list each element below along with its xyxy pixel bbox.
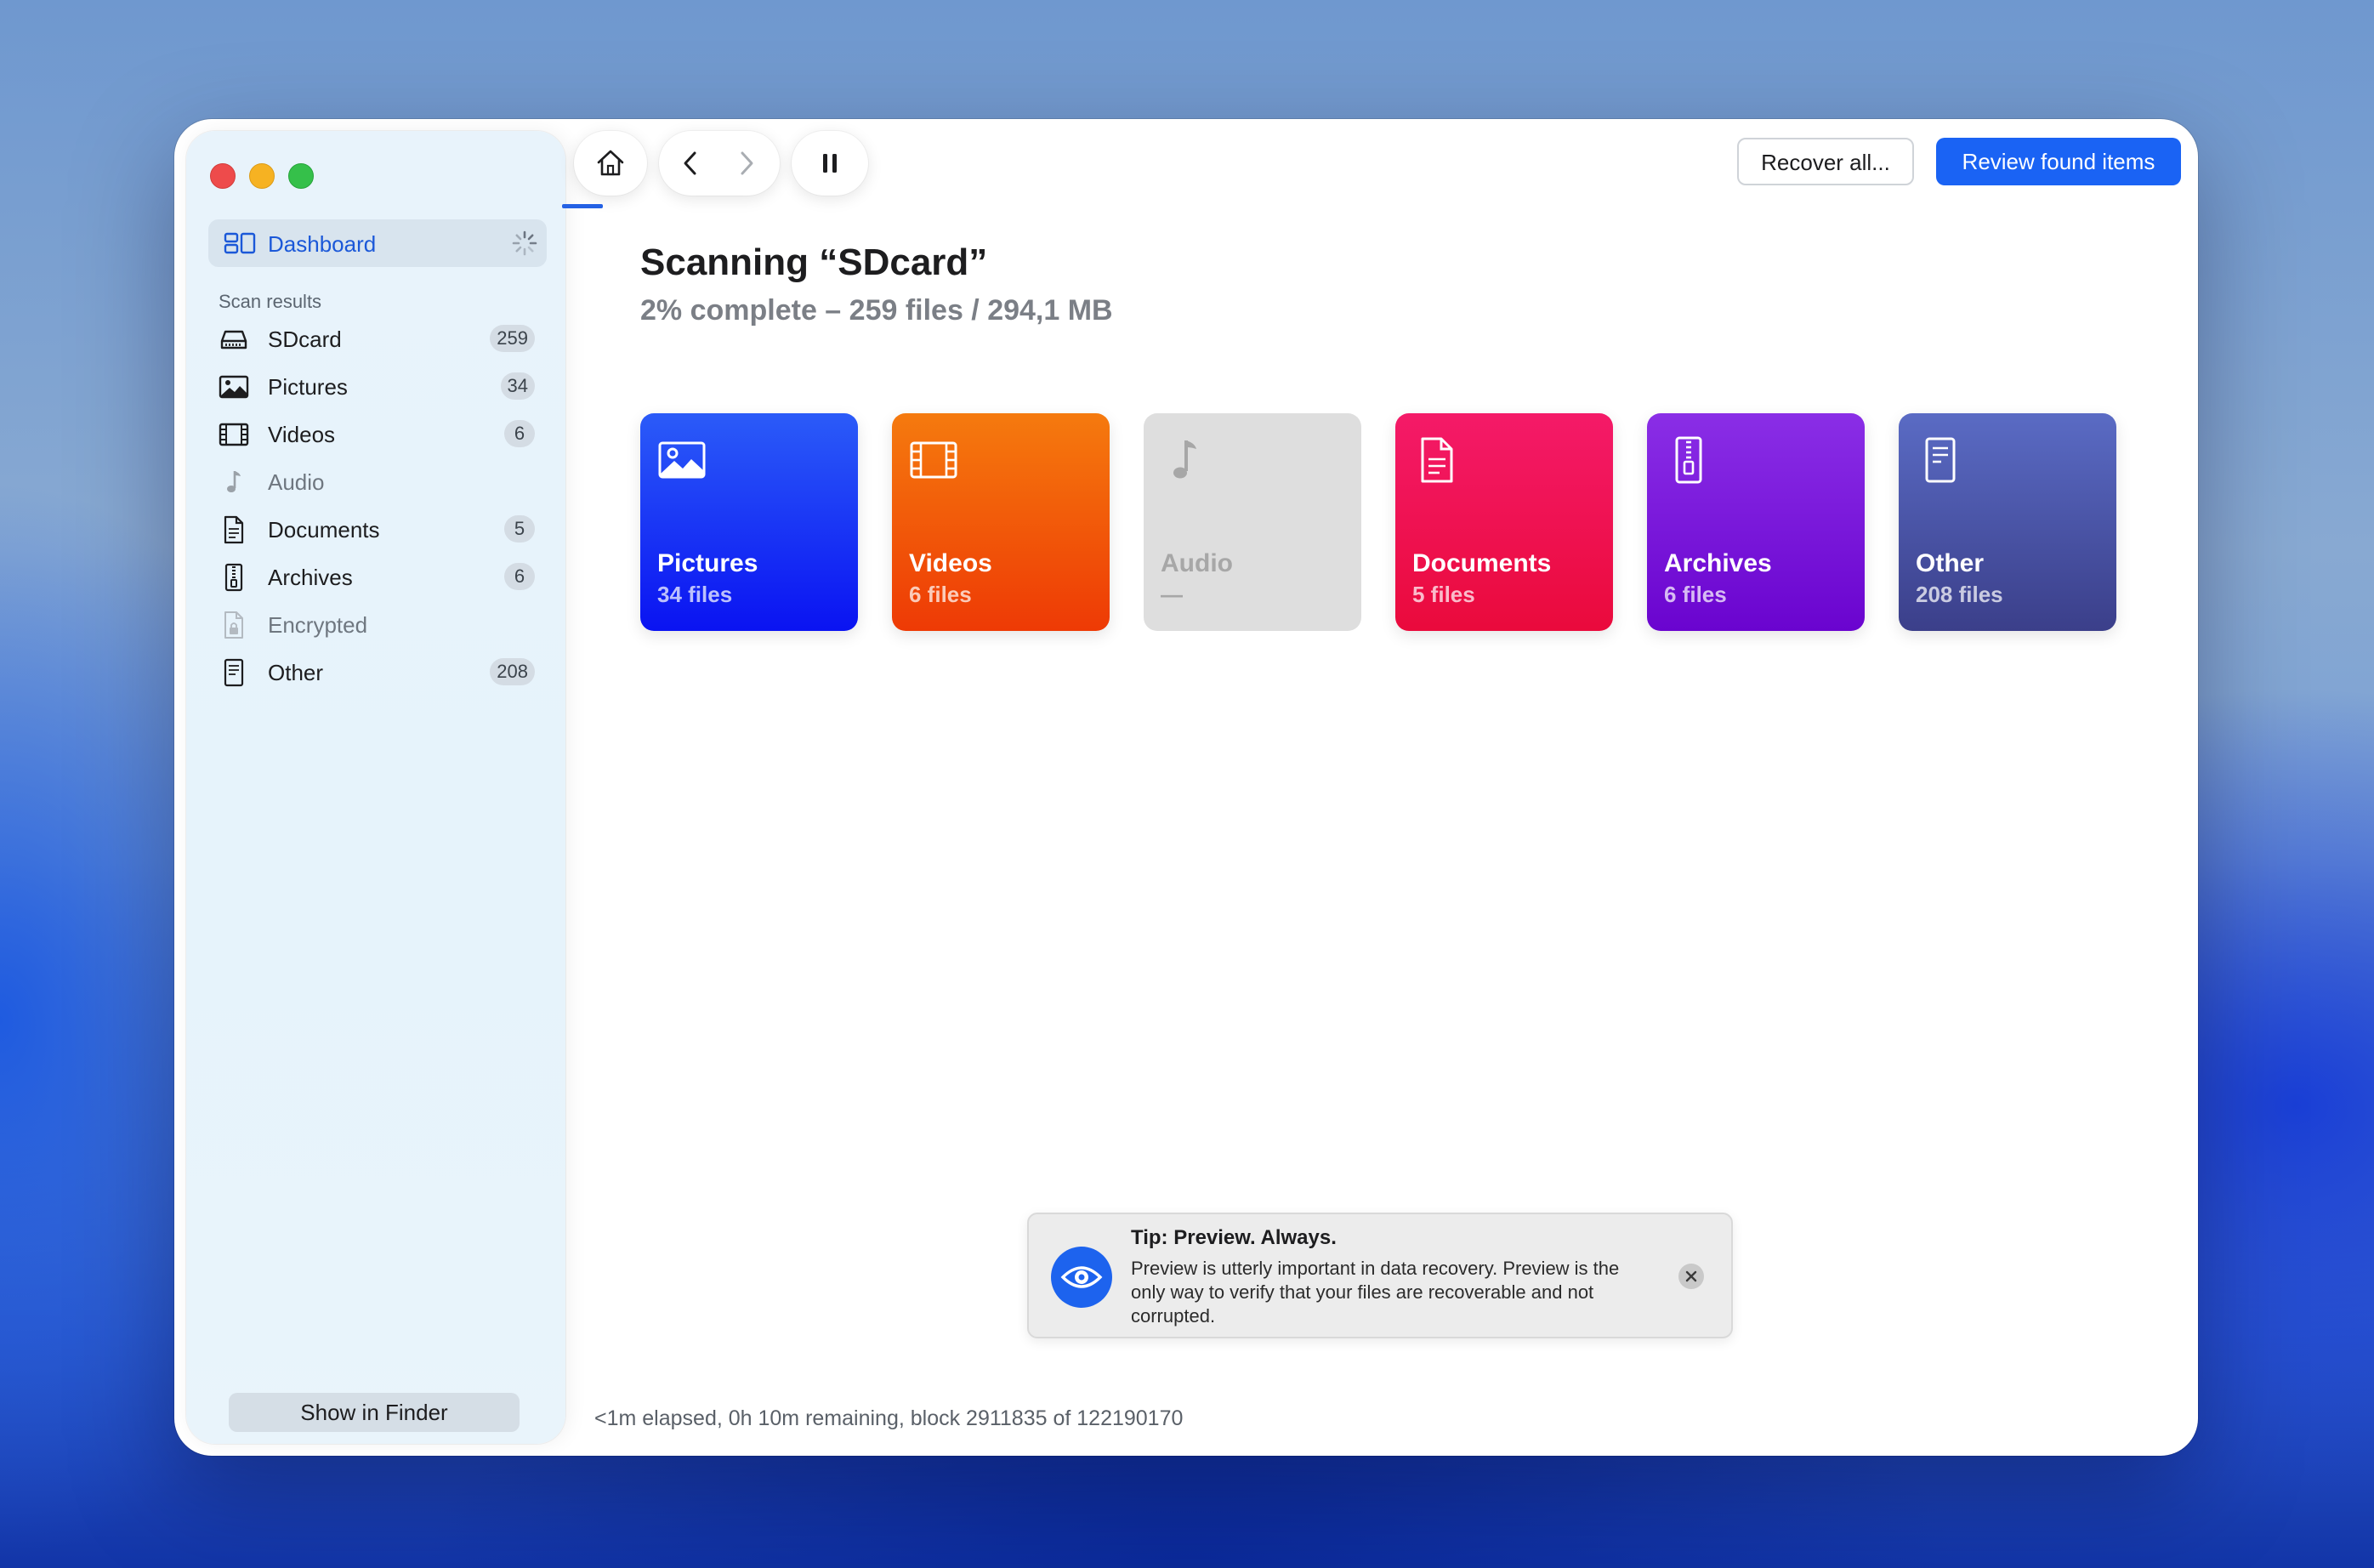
card-count: 208 files (1916, 582, 2003, 607)
sidebar-item-label: Archives (268, 565, 353, 590)
category-card-pictures[interactable]: Pictures 34 files (640, 413, 858, 631)
sidebar-item-label: SDcard (268, 327, 342, 352)
tip-text: Preview is utterly important in data rec… (1131, 1258, 1620, 1327)
music-note-icon (1173, 440, 1196, 479)
category-card-videos[interactable]: Videos 6 files (892, 413, 1110, 631)
lock-document-icon (224, 611, 243, 639)
count-badge: 6 (504, 420, 535, 447)
app-window: Dashboard Scan results SDcard 259 Pictur… (174, 119, 2198, 1456)
card-count: 34 files (657, 582, 733, 607)
other-file-icon (224, 658, 244, 687)
sidebar-item-other[interactable]: Other 208 (208, 650, 547, 694)
document-icon (224, 515, 244, 544)
sidebar-item-dashboard[interactable]: Dashboard (208, 219, 547, 267)
sidebar: Dashboard Scan results SDcard 259 Pictur… (186, 131, 565, 1444)
category-card-documents[interactable]: Documents 5 files (1395, 413, 1613, 631)
archive-icon (224, 563, 243, 592)
tip-title: Tip: Preview. Always. (1131, 1226, 1337, 1249)
card-title: Other (1916, 549, 1985, 577)
picture-icon (219, 375, 249, 399)
film-icon (219, 423, 249, 446)
spinner-icon (512, 230, 537, 256)
archive-icon (1675, 436, 1702, 484)
pause-icon (823, 154, 837, 173)
music-note-icon (227, 471, 241, 492)
sidebar-item-audio[interactable]: Audio (208, 459, 547, 503)
sidebar-item-archives[interactable]: Archives 6 (208, 554, 547, 599)
close-tip-button[interactable] (1678, 1264, 1704, 1289)
sidebar-item-label: Documents (268, 517, 380, 543)
count-badge: 208 (490, 658, 535, 685)
category-card-other[interactable]: Other 208 files (1899, 413, 2116, 631)
category-card-audio[interactable]: Audio — (1144, 413, 1361, 631)
status-bar-text: <1m elapsed, 0h 10m remaining, block 291… (594, 1406, 1184, 1430)
back-arrow-icon[interactable] (678, 146, 703, 180)
home-button[interactable] (574, 131, 647, 196)
show-in-finder-button[interactable]: Show in Finder (229, 1393, 520, 1432)
sidebar-item-label: Videos (268, 422, 336, 447)
home-icon (597, 150, 624, 176)
sidebar-item-label: Pictures (268, 374, 348, 400)
other-file-icon (1925, 437, 1956, 483)
sidebar-item-label: Other (268, 660, 324, 685)
eye-icon (1051, 1247, 1112, 1308)
recover-all-button[interactable]: Recover all... (1737, 138, 1914, 185)
sidebar-item-encrypted[interactable]: Encrypted (208, 602, 547, 646)
card-title: Pictures (657, 549, 758, 577)
tip-banner: Tip: Preview. Always. Preview is utterly… (1027, 1213, 1733, 1338)
close-icon (1685, 1270, 1697, 1282)
count-badge: 5 (504, 515, 535, 543)
card-count: — (1161, 582, 1183, 607)
sidebar-item-sdcard[interactable]: SDcard 259 (208, 316, 547, 361)
sidebar-item-documents[interactable]: Documents 5 (208, 507, 547, 551)
scan-progress-text: 2% complete – 259 files / 294,1 MB (640, 294, 1113, 327)
sidebar-item-videos[interactable]: Videos 6 (208, 412, 547, 456)
scan-results-heading: Scan results (219, 291, 322, 312)
picture-icon (658, 441, 706, 479)
page-title: Scanning “SDcard” (640, 241, 988, 283)
pause-button[interactable] (792, 131, 868, 196)
close-window-button[interactable] (210, 163, 236, 189)
card-title: Documents (1412, 549, 1552, 577)
count-badge: 259 (490, 325, 535, 352)
review-found-items-button[interactable]: Review found items (1936, 138, 2181, 185)
sidebar-item-pictures[interactable]: Pictures 34 (208, 364, 547, 408)
dashboard-icon (224, 232, 256, 254)
count-badge: 6 (504, 563, 535, 590)
drive-icon (220, 330, 247, 349)
document-icon (1421, 437, 1453, 483)
sidebar-item-label: Audio (268, 469, 325, 495)
count-badge: 34 (500, 372, 535, 400)
sidebar-item-label: Dashboard (268, 231, 377, 257)
card-count: 6 files (909, 582, 972, 607)
card-title: Archives (1664, 549, 1772, 577)
film-icon (910, 441, 957, 479)
card-count: 5 files (1412, 582, 1475, 607)
category-card-archives[interactable]: Archives 6 files (1647, 413, 1865, 631)
zoom-window-button[interactable] (288, 163, 314, 189)
scan-progress-bar (562, 204, 603, 208)
sidebar-item-label: Encrypted (268, 612, 368, 638)
minimize-window-button[interactable] (249, 163, 275, 189)
card-title: Videos (909, 549, 992, 577)
card-count: 6 files (1664, 582, 1727, 607)
forward-arrow-icon[interactable] (734, 146, 759, 180)
navigation-buttons (659, 131, 780, 196)
card-title: Audio (1161, 549, 1233, 577)
